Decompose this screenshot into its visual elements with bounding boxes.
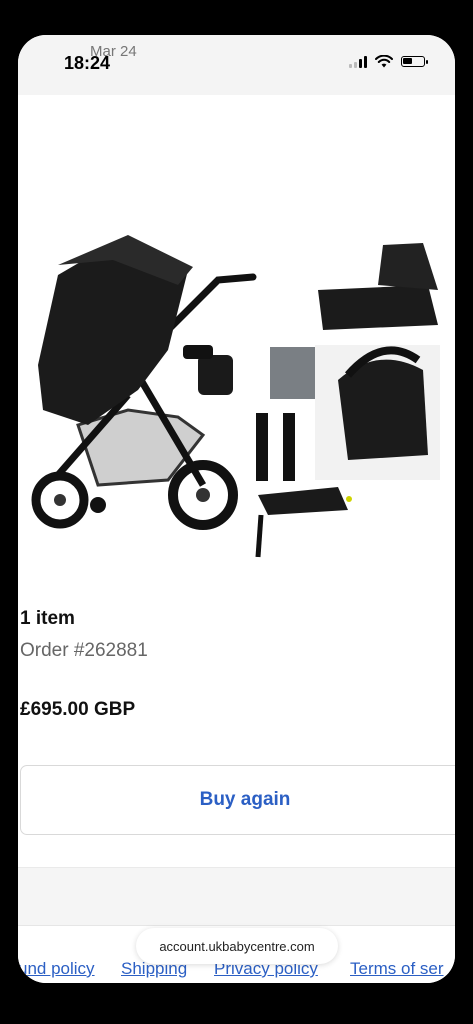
car-seat-icon <box>315 345 440 480</box>
adapters-icon <box>256 413 295 481</box>
order-price: £695.00 GBP <box>20 699 136 720</box>
phone-screen: Mar 24 18:24 1 item Order #262881 £695.0… <box>18 35 455 983</box>
fabric-swatch-icon <box>270 347 315 399</box>
product-image[interactable] <box>18 185 455 565</box>
isofix-base-icon <box>255 487 352 558</box>
order-item-count: 1 item <box>20 608 75 629</box>
order-number: Order #262881 <box>20 640 148 661</box>
status-time: 18:24 <box>64 53 111 73</box>
section-divider <box>18 867 455 926</box>
carrycot-icon <box>318 243 438 330</box>
footer-link-refund-policy[interactable]: und policy <box>18 959 95 979</box>
status-icons <box>349 55 428 68</box>
battery-icon <box>401 56 428 67</box>
status-bar: Mar 24 18:24 <box>18 35 455 95</box>
buy-again-button[interactable]: Buy again <box>20 765 455 835</box>
cellular-signal-icon <box>349 55 367 68</box>
footer-link-terms-of-service[interactable]: Terms of ser <box>350 959 444 979</box>
wifi-icon <box>375 55 393 68</box>
cup-holder-icon <box>183 345 233 395</box>
browser-url-bar[interactable]: account.ukbabycentre.com <box>136 928 338 964</box>
